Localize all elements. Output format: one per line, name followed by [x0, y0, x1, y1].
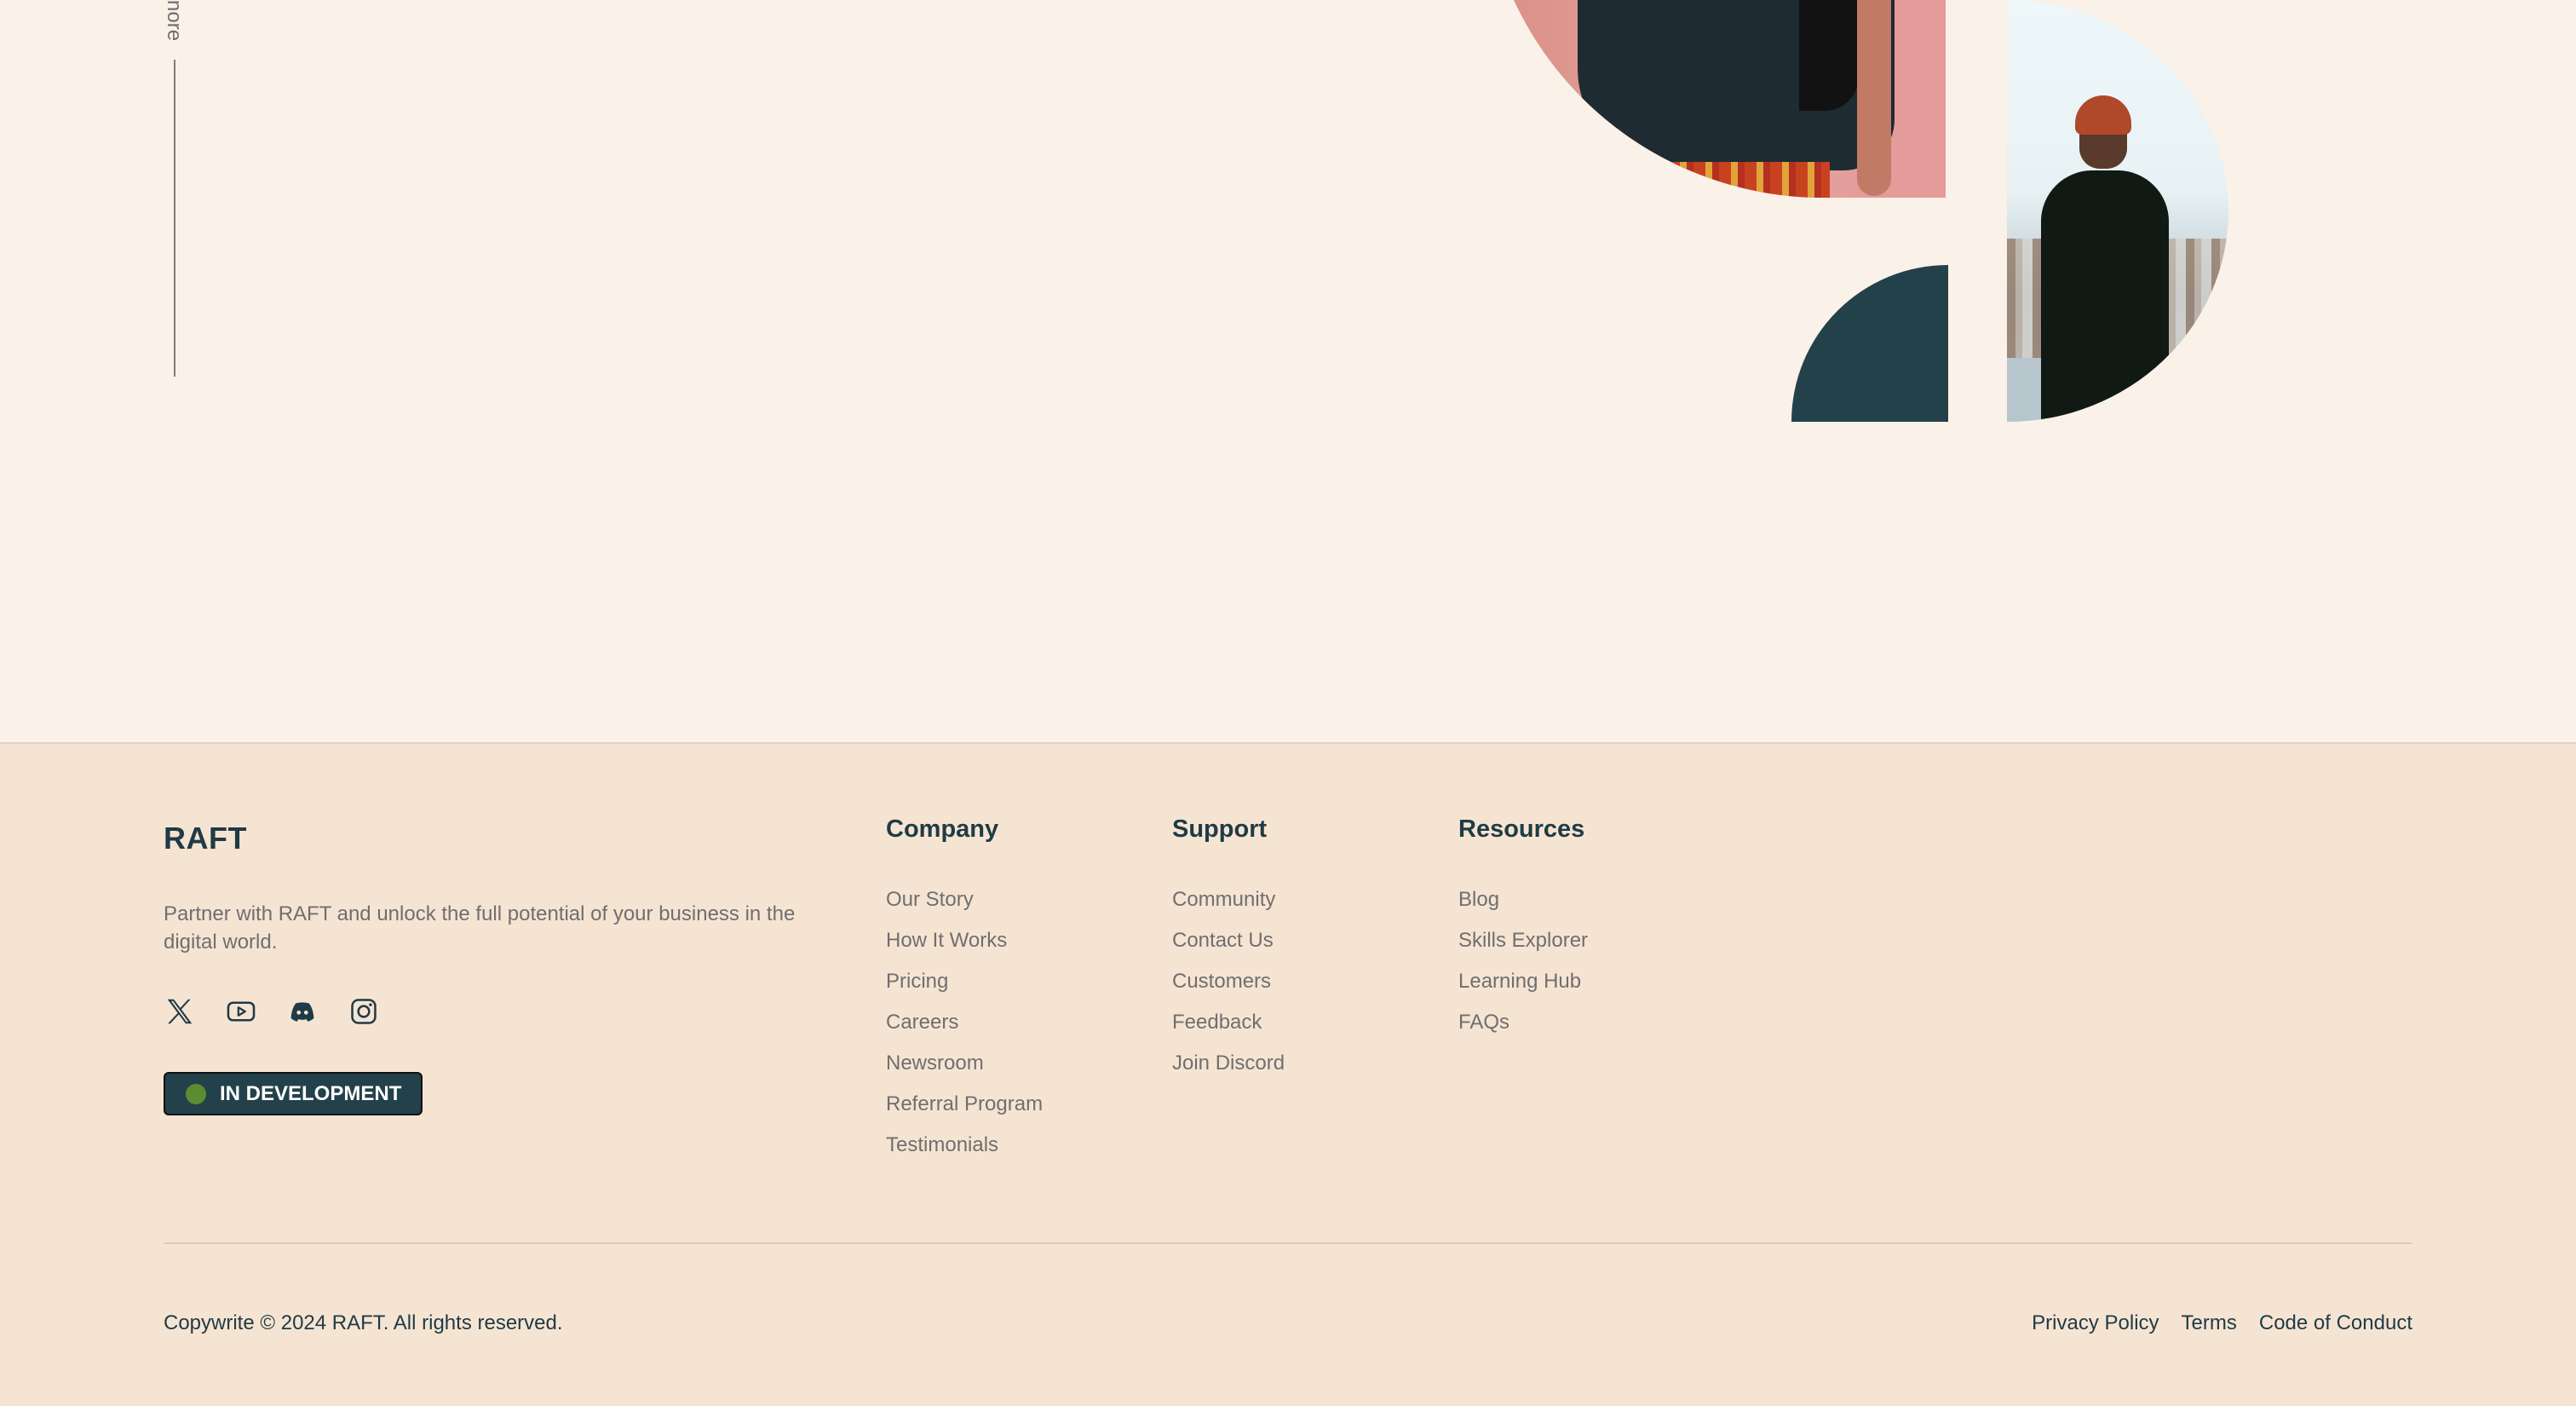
scroll-hint-text: nore: [164, 0, 184, 42]
footer-link-blog[interactable]: Blog: [1458, 887, 1588, 928]
footer-link-our-story[interactable]: Our Story: [886, 887, 1043, 928]
decorative-quarter-circle: [1791, 265, 1948, 422]
scroll-hint-line: [174, 60, 175, 377]
status-label: IN DEVELOPMENT: [220, 1081, 402, 1105]
x-icon[interactable]: [164, 995, 196, 1028]
footer-link-community[interactable]: Community: [1172, 887, 1285, 928]
footer-column-support: Support Community Contact Us Customers F…: [1172, 815, 1285, 1092]
footer-link-faqs[interactable]: FAQs: [1458, 1010, 1588, 1051]
footer-link-testimonials[interactable]: Testimonials: [886, 1132, 1043, 1173]
hero-section: nore: [0, 0, 2576, 742]
youtube-icon[interactable]: [225, 995, 257, 1028]
status-badge: IN DEVELOPMENT: [164, 1072, 423, 1115]
man-photo: [2007, 0, 2228, 422]
site-footer: RAFT Partner with RAFT and unlock the fu…: [0, 742, 2576, 1406]
legal-links: Privacy Policy Terms Code of Conduct: [2032, 1311, 2412, 1335]
footer-link-pricing[interactable]: Pricing: [886, 969, 1043, 1010]
footer-link-join-discord[interactable]: Join Discord: [1172, 1051, 1285, 1092]
footer-link-learning-hub[interactable]: Learning Hub: [1458, 969, 1588, 1010]
column-title-support: Support: [1172, 815, 1268, 843]
footer-logo[interactable]: RAFT: [164, 821, 247, 856]
privacy-policy-link[interactable]: Privacy Policy: [2032, 1311, 2159, 1335]
code-of-conduct-link[interactable]: Code of Conduct: [2259, 1311, 2412, 1335]
footer-link-customers[interactable]: Customers: [1172, 969, 1285, 1010]
terms-link[interactable]: Terms: [2182, 1311, 2237, 1335]
copyright-text: Copywrite © 2024 RAFT. All rights reserv…: [164, 1311, 563, 1334]
footer-link-feedback[interactable]: Feedback: [1172, 1010, 1285, 1051]
footer-link-skills-explorer[interactable]: Skills Explorer: [1458, 928, 1588, 969]
footer-divider: [164, 1242, 2412, 1244]
status-dot-icon: [186, 1083, 206, 1104]
footer-link-careers[interactable]: Careers: [886, 1010, 1043, 1051]
column-title-resources: Resources: [1458, 815, 1585, 843]
instagram-icon[interactable]: [348, 995, 380, 1028]
footer-link-contact-us[interactable]: Contact Us: [1172, 928, 1285, 969]
footer-column-resources: Resources Blog Skills Explorer Learning …: [1458, 815, 1588, 1051]
woman-photo: [1482, 0, 1946, 198]
footer-link-newsroom[interactable]: Newsroom: [886, 1051, 1043, 1092]
social-links: [164, 995, 380, 1028]
footer-link-how-it-works[interactable]: How It Works: [886, 928, 1043, 969]
footer-tagline: Partner with RAFT and unlock the full po…: [164, 902, 796, 954]
footer-column-company: Company Our Story How It Works Pricing C…: [886, 815, 1043, 1173]
column-title-company: Company: [886, 815, 999, 843]
footer-link-referral-program[interactable]: Referral Program: [886, 1092, 1043, 1132]
discord-icon[interactable]: [286, 995, 319, 1028]
